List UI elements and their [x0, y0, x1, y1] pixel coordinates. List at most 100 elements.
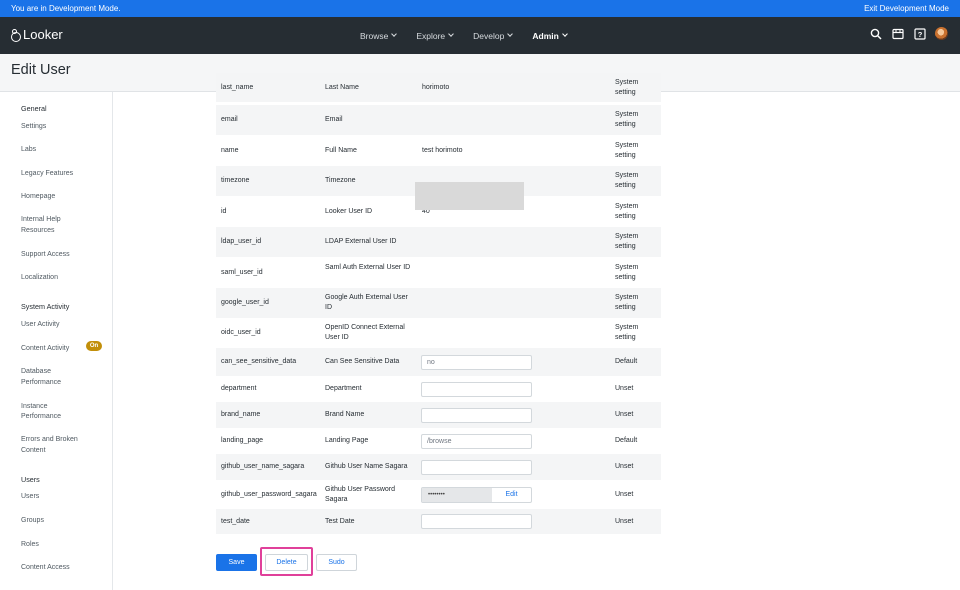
attribute-source: Unset: [615, 411, 634, 418]
marketplace-icon[interactable]: [891, 27, 904, 40]
attribute-row-google-user-id: google_user_id Google Auth External User …: [216, 288, 661, 318]
attribute-label: Last Name: [325, 84, 359, 91]
sidebar-item-user-activity[interactable]: User Activity: [21, 320, 60, 331]
attribute-source: System setting: [615, 233, 639, 250]
nav-explore[interactable]: Explore: [416, 31, 455, 41]
page-title: Edit User: [11, 62, 71, 78]
sudo-button[interactable]: Sudo: [316, 554, 357, 571]
sidebar-item-labs[interactable]: Labs: [21, 145, 36, 156]
attribute-source: Unset: [615, 385, 634, 392]
attribute-row-can-see-sensitive-data: can_see_sensitive_data Can See Sensitive …: [216, 348, 661, 376]
attribute-name: github_user_password_sagara: [221, 491, 317, 498]
attribute-row-name: name Full Name test horimoto System setting: [216, 135, 661, 166]
attribute-row-brand-name: brand_name Brand Name Unset: [216, 402, 661, 428]
looker-logo[interactable]: Looker: [10, 27, 63, 42]
attribute-label: Looker User ID: [325, 208, 373, 215]
exit-development-mode-link[interactable]: Exit Development Mode: [864, 4, 949, 13]
main-menu: Browse Explore Develop Admin: [360, 17, 568, 54]
attribute-source: Unset: [615, 463, 634, 470]
attribute-label: Google Auth External User ID: [325, 294, 408, 311]
attribute-name: github_user_name_sagara: [221, 463, 305, 470]
sidebar-item-general-heading: General: [21, 104, 47, 113]
github-user-name-sagara-input[interactable]: [421, 460, 532, 475]
sidebar-item-database[interactable]: Database: [21, 367, 51, 378]
sidebar-item-settings[interactable]: Settings: [21, 122, 46, 133]
test-date-input[interactable]: [421, 514, 532, 529]
attribute-name: email: [221, 116, 238, 123]
attribute-label: Saml Auth External User ID: [325, 264, 411, 271]
save-button[interactable]: Save: [216, 554, 257, 571]
sidebar-item-instance[interactable]: Instance: [21, 402, 47, 413]
attribute-label: Timezone: [325, 177, 356, 184]
department-input[interactable]: [421, 382, 532, 397]
looker-logo-icon: [10, 28, 21, 42]
chevron-down-icon: [561, 31, 568, 37]
delete-button[interactable]: Delete: [265, 554, 308, 571]
sidebar-item-resources[interactable]: Resources: [21, 226, 54, 237]
attribute-row-test-date: test_date Test Date Unset: [216, 509, 661, 534]
attribute-label: Full Name: [325, 147, 357, 154]
attribute-source: System setting: [615, 79, 639, 96]
attribute-name: brand_name: [221, 411, 261, 418]
attribute-row-last-name: last_name Last Name horimoto System setting: [216, 73, 661, 102]
attribute-source: System setting: [615, 294, 639, 311]
attribute-source: System setting: [615, 172, 639, 189]
nav-admin[interactable]: Admin: [532, 30, 568, 41]
can-see-sensitive-data-input[interactable]: no: [421, 355, 532, 370]
search-icon[interactable]: [869, 27, 882, 40]
admin-sidebar: General Settings Labs Legacy Features Homepa…: [0, 92, 113, 590]
attribute-source: Unset: [615, 518, 634, 525]
attribute-label: OpenID Connect External User ID: [325, 324, 405, 341]
nav-admin-label: Admin: [532, 30, 559, 41]
attribute-label: LDAP External User ID: [325, 238, 397, 245]
attribute-name: saml_user_id: [221, 269, 263, 276]
sidebar-item-users[interactable]: Users: [21, 492, 39, 503]
attribute-row-github-user-name-sagara: github_user_name_sagara Github User Name …: [216, 454, 661, 480]
nav-develop[interactable]: Develop: [473, 31, 514, 41]
attribute-name: landing_page: [221, 437, 264, 444]
attribute-row-ldap-user-id: ldap_user_id LDAP External User ID System …: [216, 227, 661, 257]
chevron-down-icon: [391, 31, 398, 37]
help-icon[interactable]: ?: [913, 27, 926, 40]
attribute-name: oidc_user_id: [221, 329, 261, 336]
sidebar-item-roles[interactable]: Roles: [21, 540, 39, 551]
sidebar-item-content[interactable]: Content: [21, 446, 46, 457]
attribute-label: Brand Name: [325, 411, 365, 418]
attribute-row-github-user-password-sagara: github_user_password_sagara Github User P…: [216, 480, 661, 509]
chevron-down-icon: [507, 31, 514, 37]
attribute-source: System setting: [615, 111, 639, 128]
attribute-name: test_date: [221, 518, 250, 525]
attribute-value: test horimoto: [422, 147, 463, 154]
nav-browse-label: Browse: [360, 30, 389, 41]
logo-text: Looker: [23, 27, 63, 42]
sidebar-item-system-activity-heading: System Activity: [21, 302, 70, 311]
sidebar-item-legacy-features[interactable]: Legacy Features: [21, 169, 73, 180]
sidebar-item-homepage[interactable]: Homepage: [21, 192, 55, 203]
sidebar-item-groups[interactable]: Groups: [21, 516, 44, 527]
attribute-source: Default: [615, 437, 638, 444]
sidebar-item-support-access[interactable]: Support Access: [21, 250, 70, 261]
brand-name-input[interactable]: [421, 408, 532, 423]
edit-password-button[interactable]: Edit: [492, 488, 531, 502]
password-field: •••••••• Edit: [421, 487, 532, 503]
sidebar-item-errors-and-broken[interactable]: Errors and Broken: [21, 435, 78, 446]
attribute-row-email: email Email System setting: [216, 105, 661, 135]
sidebar-item-internal-help[interactable]: Internal Help: [21, 215, 61, 226]
landing-page-input[interactable]: /browse: [421, 434, 532, 449]
attribute-name: last_name: [221, 84, 254, 91]
sidebar-item-performance[interactable]: Performance: [21, 378, 61, 389]
sidebar-item-localization[interactable]: Localization: [21, 273, 58, 284]
attribute-source: Default: [615, 358, 638, 365]
avatar[interactable]: [935, 27, 948, 40]
attribute-label: Landing Page: [325, 437, 369, 444]
chevron-down-icon: [448, 31, 455, 37]
nav-browse[interactable]: Browse: [360, 30, 398, 41]
attribute-label: Github User Password Sagara: [325, 486, 396, 503]
sidebar-item-content-activity[interactable]: Content Activity: [21, 344, 69, 355]
sidebar-item-performance[interactable]: Performance: [21, 412, 61, 423]
attribute-row-landing-page: landing_page Landing Page/browse Default: [216, 428, 661, 454]
sidebar-item-content-access[interactable]: Content Access: [21, 563, 70, 574]
attribute-name: name: [221, 147, 239, 154]
attribute-source: System setting: [615, 324, 639, 341]
attribute-label: Can See Sensitive Data: [325, 358, 400, 365]
